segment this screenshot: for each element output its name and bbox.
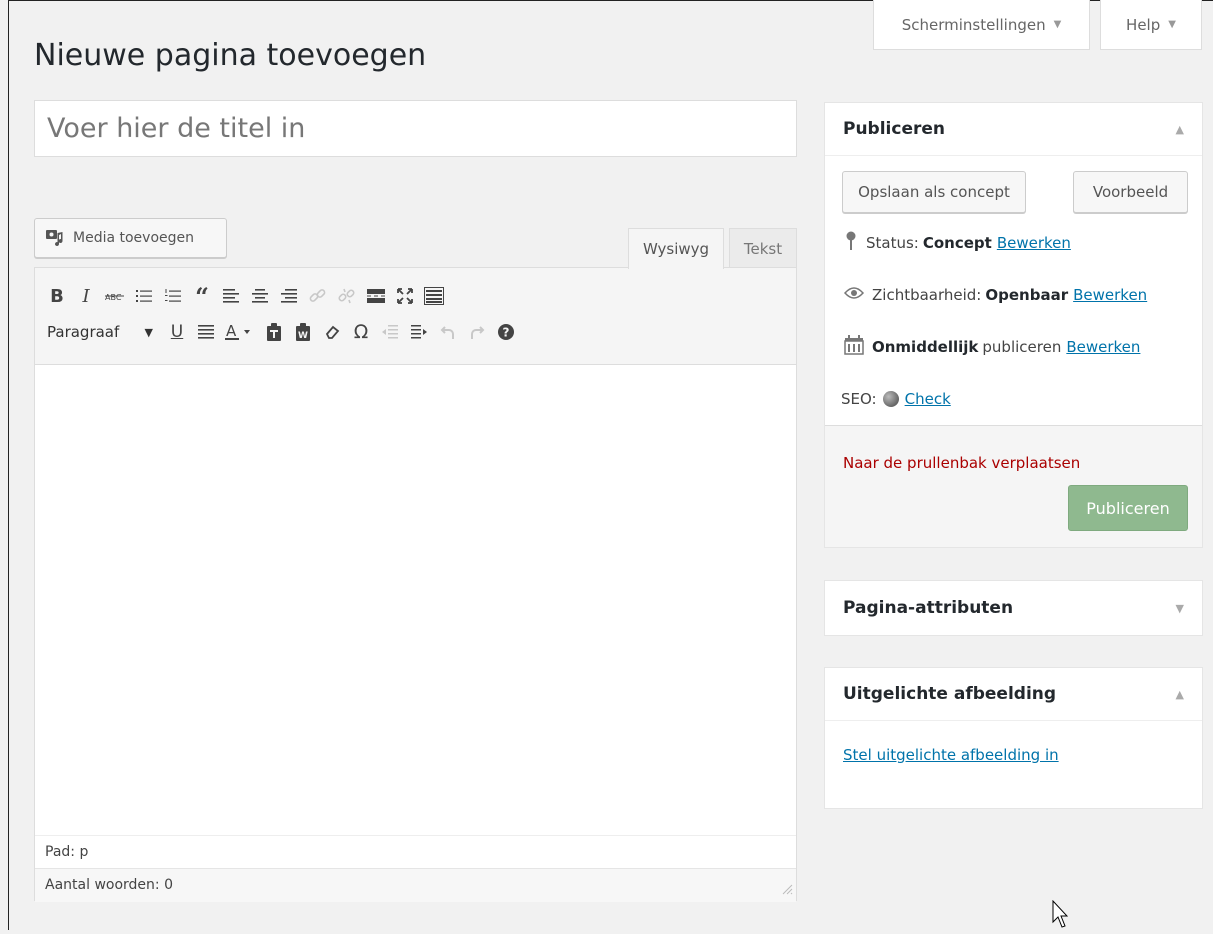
collapse-up-icon[interactable]: ▲ bbox=[1176, 123, 1184, 136]
paste-text-icon[interactable] bbox=[262, 318, 286, 346]
chevron-down-icon: ▼ bbox=[144, 325, 153, 339]
align-left-icon[interactable] bbox=[219, 282, 243, 310]
seo-check-link[interactable]: Check bbox=[905, 390, 951, 408]
publish-box-header[interactable]: Publiceren ▲ bbox=[825, 103, 1202, 156]
tab-visual[interactable]: Wysiwyg bbox=[628, 228, 724, 269]
editor-toolbar: B I ABC “ Paragraaf ▼ U A W Ω ? bbox=[35, 268, 796, 365]
minor-publishing-actions: Opslaan als concept Voorbeeld bbox=[825, 156, 1202, 213]
word-count-bar: Aantal woorden: 0 bbox=[35, 868, 796, 902]
text-color-icon[interactable]: A bbox=[223, 318, 257, 346]
seo-row: SEO: Check bbox=[825, 373, 1202, 425]
calendar-icon bbox=[844, 335, 864, 359]
align-right-icon[interactable] bbox=[277, 282, 301, 310]
outdent-icon[interactable] bbox=[378, 318, 402, 346]
fullscreen-icon[interactable] bbox=[393, 282, 417, 310]
save-draft-button[interactable]: Opslaan als concept bbox=[842, 171, 1026, 213]
svg-text:?: ? bbox=[503, 326, 510, 340]
page-attributes-header[interactable]: Pagina-attributen ▼ bbox=[825, 581, 1202, 635]
strikethrough-icon[interactable]: ABC bbox=[103, 282, 127, 310]
edit-status-link[interactable]: Bewerken bbox=[997, 234, 1071, 252]
justify-icon[interactable] bbox=[194, 318, 218, 346]
help-tab[interactable]: Help ▼ bbox=[1100, 0, 1202, 50]
resize-handle-icon[interactable] bbox=[781, 883, 793, 899]
post-title-input[interactable] bbox=[34, 100, 797, 157]
mouse-cursor-icon bbox=[1052, 899, 1069, 934]
featured-image-box: Uitgelichte afbeelding ▲ Stel uitgelicht… bbox=[824, 667, 1203, 809]
triangle-down-icon: ▼ bbox=[1053, 19, 1062, 30]
read-more-icon[interactable] bbox=[364, 282, 388, 310]
major-publishing-actions: Naar de prullenbak verplaatsen Publicere… bbox=[825, 425, 1202, 547]
blockquote-icon[interactable]: “ bbox=[190, 282, 214, 311]
page-attributes-title: Pagina-attributen bbox=[843, 598, 1014, 618]
underline-icon[interactable]: U bbox=[165, 318, 189, 346]
pin-icon bbox=[844, 231, 858, 255]
bold-icon[interactable]: B bbox=[45, 282, 69, 310]
status-row: Status: Concept Bewerken bbox=[825, 217, 1202, 269]
bullet-list-icon[interactable] bbox=[132, 282, 156, 310]
status-value: Concept bbox=[922, 234, 992, 252]
indent-icon[interactable] bbox=[407, 318, 431, 346]
preview-button[interactable]: Voorbeeld bbox=[1073, 171, 1188, 213]
triangle-down-icon: ▼ bbox=[1168, 19, 1176, 30]
editor-content-area[interactable] bbox=[35, 365, 796, 835]
toolbar-toggle-icon[interactable] bbox=[422, 282, 446, 310]
insert-link-icon[interactable] bbox=[306, 282, 330, 310]
clear-formatting-icon[interactable] bbox=[320, 318, 344, 346]
screen-options-label: Scherminstellingen bbox=[901, 15, 1046, 34]
visibility-row: Zichtbaarheid: Openbaar Bewerken bbox=[825, 269, 1202, 321]
svg-text:A: A bbox=[226, 323, 237, 340]
word-count: Aantal woorden: 0 bbox=[45, 877, 173, 893]
svg-text:W: W bbox=[298, 331, 308, 341]
edit-schedule-link[interactable]: Bewerken bbox=[1066, 338, 1140, 356]
paste-word-icon[interactable]: W bbox=[291, 318, 315, 346]
set-featured-image-link[interactable]: Stel uitgelichte afbeelding in bbox=[843, 746, 1059, 764]
status-label: Status: bbox=[866, 234, 919, 252]
schedule-value: Onmiddellijk bbox=[872, 338, 979, 356]
help-label: Help bbox=[1126, 15, 1161, 34]
numbered-list-icon[interactable] bbox=[161, 282, 185, 310]
seo-status-icon bbox=[882, 391, 899, 407]
seo-label: SEO: bbox=[841, 390, 877, 408]
publish-box: Publiceren ▲ Opslaan als concept Voorbee… bbox=[824, 102, 1203, 548]
add-media-button[interactable]: Media toevoegen bbox=[34, 218, 227, 258]
move-to-trash-link[interactable]: Naar de prullenbak verplaatsen bbox=[843, 454, 1080, 472]
remove-link-icon[interactable] bbox=[335, 282, 359, 310]
toolbar-row-2: Paragraaf ▼ U A W Ω ? bbox=[45, 314, 786, 350]
page-title: Nieuwe pagina toevoegen bbox=[34, 38, 427, 73]
collapse-up-icon[interactable]: ▲ bbox=[1176, 688, 1184, 701]
format-select[interactable]: Paragraaf ▼ bbox=[45, 318, 157, 346]
visibility-value: Openbaar bbox=[985, 286, 1069, 304]
publish-button[interactable]: Publiceren bbox=[1068, 485, 1188, 531]
featured-image-title: Uitgelichte afbeelding bbox=[843, 684, 1057, 704]
content-editor: B I ABC “ Paragraaf ▼ U A W Ω ? Pad: p A… bbox=[34, 267, 797, 902]
help-icon[interactable]: ? bbox=[494, 318, 518, 346]
featured-image-header[interactable]: Uitgelichte afbeelding ▲ bbox=[825, 668, 1202, 721]
schedule-suffix: publiceren bbox=[982, 338, 1062, 356]
format-select-value: Paragraaf bbox=[47, 323, 120, 341]
toolbar-row-1: B I ABC “ bbox=[45, 278, 786, 314]
tab-text[interactable]: Tekst bbox=[729, 228, 797, 268]
svg-text:ABC: ABC bbox=[105, 293, 122, 302]
visibility-label: Zichtbaarheid: bbox=[872, 286, 982, 304]
screen-options-tab[interactable]: Scherminstellingen ▼ bbox=[873, 0, 1090, 50]
special-character-icon[interactable]: Ω bbox=[349, 318, 373, 346]
page-attributes-box: Pagina-attributen ▼ bbox=[824, 580, 1203, 636]
align-center-icon[interactable] bbox=[248, 282, 272, 310]
publish-box-title: Publiceren bbox=[843, 119, 946, 139]
schedule-row: Onmiddellijk publiceren Bewerken bbox=[825, 321, 1202, 373]
add-media-label: Media toevoegen bbox=[73, 230, 195, 246]
italic-icon[interactable]: I bbox=[74, 282, 98, 310]
eye-icon bbox=[843, 286, 865, 304]
edit-visibility-link[interactable]: Bewerken bbox=[1073, 286, 1147, 304]
editor-path: Pad: p bbox=[35, 835, 796, 868]
expand-down-icon[interactable]: ▼ bbox=[1176, 602, 1184, 615]
media-icon bbox=[45, 229, 65, 247]
undo-icon[interactable] bbox=[436, 318, 460, 346]
redo-icon[interactable] bbox=[465, 318, 489, 346]
